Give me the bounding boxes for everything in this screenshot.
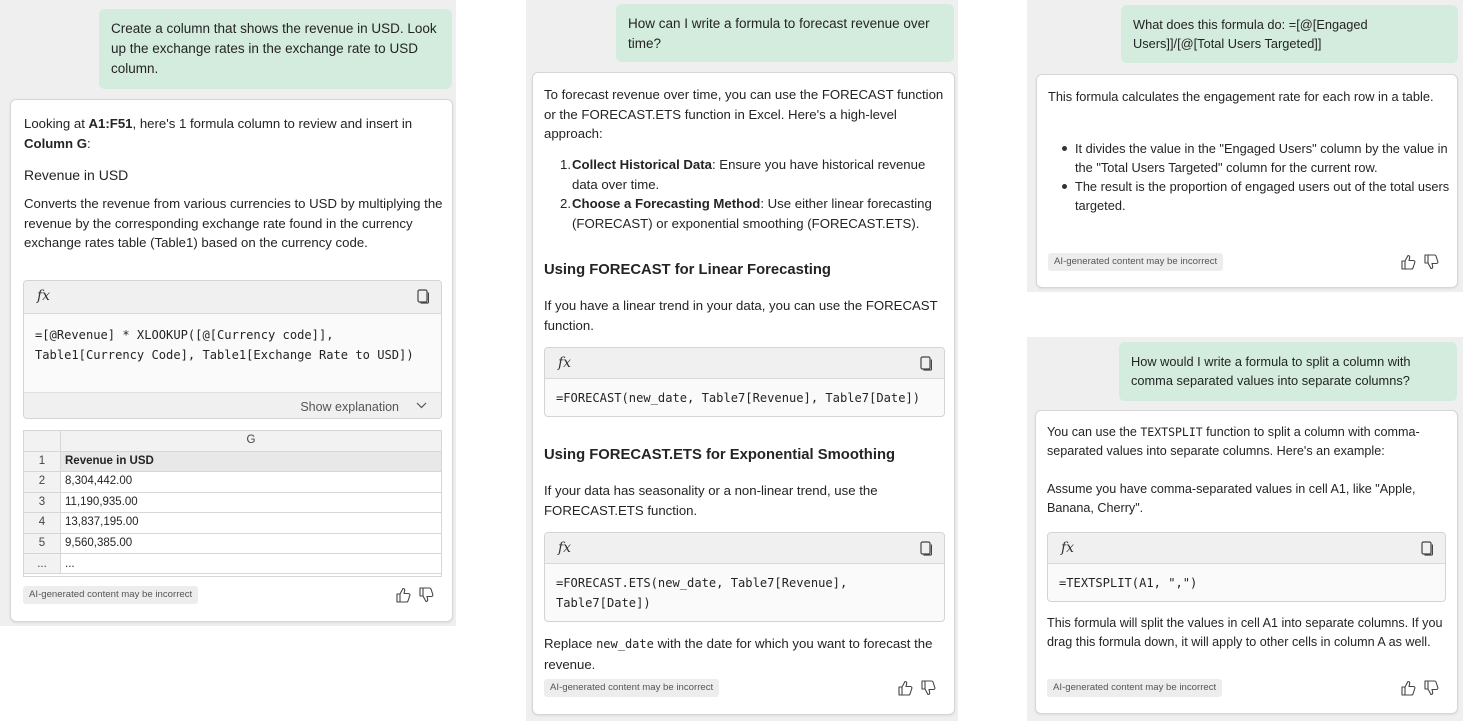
table-cell: 13,837,195.00 <box>60 512 441 534</box>
feedback-icons <box>1401 680 1439 696</box>
formula-header: fx <box>1048 533 1445 564</box>
row-number: 4 <box>24 512 61 534</box>
thumbs-up-icon[interactable] <box>898 680 913 696</box>
formula-box: fx =TEXTSPLIT(A1, ",") <box>1047 532 1446 602</box>
row-number: 3 <box>24 491 61 513</box>
feedback-icons <box>898 680 936 696</box>
formula-code: =TEXTSPLIT(A1, ",") <box>1059 576 1198 590</box>
copy-icon[interactable] <box>1421 541 1433 556</box>
list-item: The result is the proportion of engaged … <box>1062 177 1450 215</box>
list-item: 2. Choose a Forecasting Method: Use eithe… <box>560 196 932 231</box>
assistant-response-card: Looking at A1:F51, here's 1 formula colu… <box>10 99 453 622</box>
table-cell: 9,560,385.00 <box>60 532 441 554</box>
bullet-dot <box>1062 184 1067 189</box>
formula-code: =FORECAST.ETS(new_date, Table7[Revenue],… <box>556 576 855 610</box>
formula-code: =[@Revenue] * XLOOKUP([@[Currency code]]… <box>35 328 414 362</box>
bullet-dot <box>1062 146 1067 151</box>
thumbs-up-icon[interactable] <box>1401 254 1416 270</box>
user-prompt-bubble: How would I write a formula to split a c… <box>1119 342 1457 401</box>
user-prompt-text: How can I write a formula to forecast re… <box>628 16 930 51</box>
fx-icon: fx <box>558 355 572 371</box>
assistant-response-card: This formula calculates the engagement r… <box>1036 74 1458 288</box>
table-cell: 8,304,442.00 <box>60 471 441 493</box>
assumption-text: Assume you have comma-separated values i… <box>1047 482 1416 515</box>
section-heading: Using FORECAST for Linear Forecasting <box>544 262 831 278</box>
table-cell: ... <box>60 553 441 574</box>
bullet-list: It divides the value in the "Engaged Use… <box>1062 139 1450 215</box>
row-number: ... <box>24 553 61 574</box>
table-cell: Revenue in USD <box>60 450 441 472</box>
ai-disclaimer: AI-generated content may be incorrect <box>1047 679 1223 697</box>
row-number: 5 <box>24 532 61 554</box>
column-title: Revenue in USD <box>24 167 129 183</box>
inline-code: TEXTSPLIT <box>1140 425 1203 439</box>
formula-header: fx <box>545 348 944 379</box>
ai-disclaimer: AI-generated content may be incorrect <box>544 679 720 697</box>
formula-box: fx =FORECAST.ETS(new_date, Table7[Revenu… <box>544 532 945 622</box>
column-description: Converts the revenue from various curren… <box>24 196 443 250</box>
thumbs-down-icon[interactable] <box>921 680 936 696</box>
section-text: If you have a linear trend in your data,… <box>544 298 938 333</box>
steps-list: 1. Collect Historical Data: Ensure you ha… <box>560 155 945 233</box>
copy-icon[interactable] <box>920 541 932 556</box>
thumbs-down-icon[interactable] <box>1424 254 1439 270</box>
ai-disclaimer: AI-generated content may be incorrect <box>1048 253 1224 271</box>
user-prompt-bubble: What does this formula do: =[@[Engaged U… <box>1121 5 1458 63</box>
assistant-response-card: To forecast revenue over time, you can u… <box>532 72 955 715</box>
column-header-g: G <box>60 431 441 452</box>
fx-icon: fx <box>1061 540 1075 556</box>
feedback-icons <box>1401 254 1439 270</box>
list-item: 1. Collect Historical Data: Ensure you ha… <box>560 157 926 192</box>
response-intro: To forecast revenue over time, you can u… <box>544 87 944 141</box>
range-reference: A1:F51 <box>88 116 133 131</box>
user-prompt-text: How would I write a formula to split a c… <box>1131 354 1411 388</box>
list-item: It divides the value in the "Engaged Use… <box>1062 139 1450 177</box>
user-prompt-bubble: How can I write a formula to forecast re… <box>616 4 954 62</box>
response-intro: This formula calculates the engagement r… <box>1048 89 1434 104</box>
preview-sheet: G 1 Revenue in USD 2 8,304,442.00 3 11,1… <box>23 430 442 577</box>
section-text: If your data has seasonality or a non-li… <box>544 483 878 518</box>
row-number: 2 <box>24 471 61 493</box>
column-reference: Column G <box>24 135 88 151</box>
row-number: 1 <box>24 450 61 472</box>
user-prompt-bubble: Create a column that shows the revenue i… <box>99 9 452 89</box>
user-prompt-text: Create a column that shows the revenue i… <box>111 21 437 76</box>
user-prompt-text: What does this formula do: =[@[Engaged U… <box>1133 17 1368 51</box>
outro-text: This formula will split the values in ce… <box>1047 616 1443 649</box>
table-cell: 11,190,935.00 <box>60 491 441 513</box>
fx-icon: fx <box>37 288 51 304</box>
formula-code: =FORECAST(new_date, Table7[Revenue], Tab… <box>556 391 921 405</box>
chevron-down-icon <box>416 402 427 409</box>
formula-box: fx =[@Revenue] * XLOOKUP([@[Currency cod… <box>23 280 442 419</box>
assistant-response-card: You can use the TEXTSPLIT function to sp… <box>1035 410 1458 714</box>
formula-header: fx <box>24 281 441 314</box>
thumbs-up-icon[interactable] <box>1401 680 1416 696</box>
copy-icon[interactable] <box>417 289 429 304</box>
response-intro: You can use the TEXTSPLIT function to sp… <box>1047 425 1420 458</box>
section-heading: Using FORECAST.ETS for Exponential Smoot… <box>544 447 896 463</box>
feedback-icons <box>396 587 434 603</box>
replace-note: Replace new_date with the date for which… <box>544 636 933 672</box>
formula-box: fx =FORECAST(new_date, Table7[Revenue], … <box>544 347 945 417</box>
show-explanation-label: Show explanation <box>300 400 399 414</box>
chat-panel-revenue-usd: Create a column that shows the revenue i… <box>0 0 456 626</box>
response-intro: Looking at A1:F51, here's 1 formula colu… <box>24 116 413 151</box>
copy-icon[interactable] <box>920 356 932 371</box>
chat-panel-textsplit: How would I write a formula to split a c… <box>1027 337 1463 721</box>
chat-panel-engagement: What does this formula do: =[@[Engaged U… <box>1027 0 1463 292</box>
chat-panel-forecast: How can I write a formula to forecast re… <box>526 0 958 721</box>
thumbs-up-icon[interactable] <box>396 587 411 603</box>
sheet-corner <box>24 431 61 452</box>
ai-disclaimer: AI-generated content may be incorrect <box>23 586 199 604</box>
thumbs-down-icon[interactable] <box>1424 680 1439 696</box>
thumbs-down-icon[interactable] <box>419 587 434 603</box>
formula-header: fx <box>545 533 944 564</box>
inline-code: new_date <box>596 637 654 651</box>
fx-icon: fx <box>558 540 572 556</box>
show-explanation-button[interactable]: Show explanation <box>24 392 441 418</box>
